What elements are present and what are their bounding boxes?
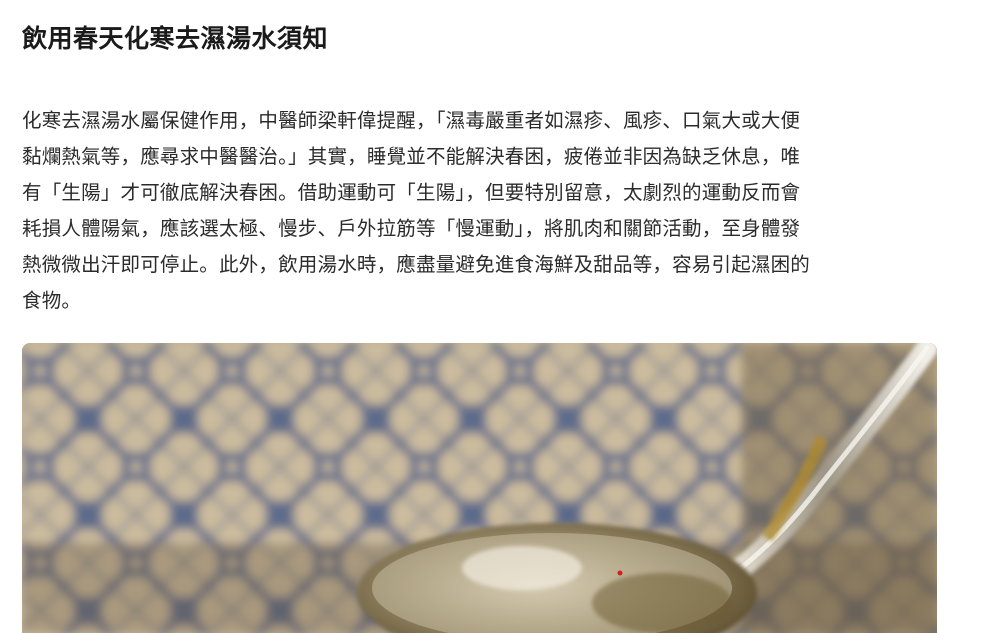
article: 飲用春天化寒去濕湯水須知 化寒去濕湯水屬保健作用，中醫師梁軒偉提醒，「濕毒嚴重者… (22, 0, 937, 319)
article-title: 飲用春天化寒去濕湯水須知 (22, 24, 329, 53)
paragraph-line: 耗損人體陽氣，應該選太極、慢步、戶外拉筋等「慢運動」，將肌肉和關節活動，至身體發 (22, 217, 801, 240)
paragraph-line: 黏爛熱氣等，應尋求中醫醫治。」其實，睡覺並不能解決春困，疲倦並非因為缺乏休息，唯 (22, 145, 801, 168)
article-paragraph: 化寒去濕湯水屬保健作用，中醫師梁軒偉提醒，「濕毒嚴重者如濕疹、風疹、口氣大或大便… (22, 103, 932, 319)
paragraph-line: 化寒去濕湯水屬保健作用，中醫師梁軒偉提醒，「濕毒嚴重者如濕疹、風疹、口氣大或大便 (22, 109, 801, 132)
soup-ladle-photo (22, 343, 937, 633)
paragraph-line: 有「生陽」才可徹底解決春困。借助運動可「生陽」，但要特別留意，太劇烈的運動反而會 (22, 181, 801, 204)
paragraph-line: 食物。 (22, 289, 82, 312)
paragraph-line: 熱微微出汗即可停止。此外，飲用湯水時，應盡量避免進食海鮮及甜品等，容易引起濕困的 (22, 253, 811, 276)
article-photo (22, 343, 937, 633)
